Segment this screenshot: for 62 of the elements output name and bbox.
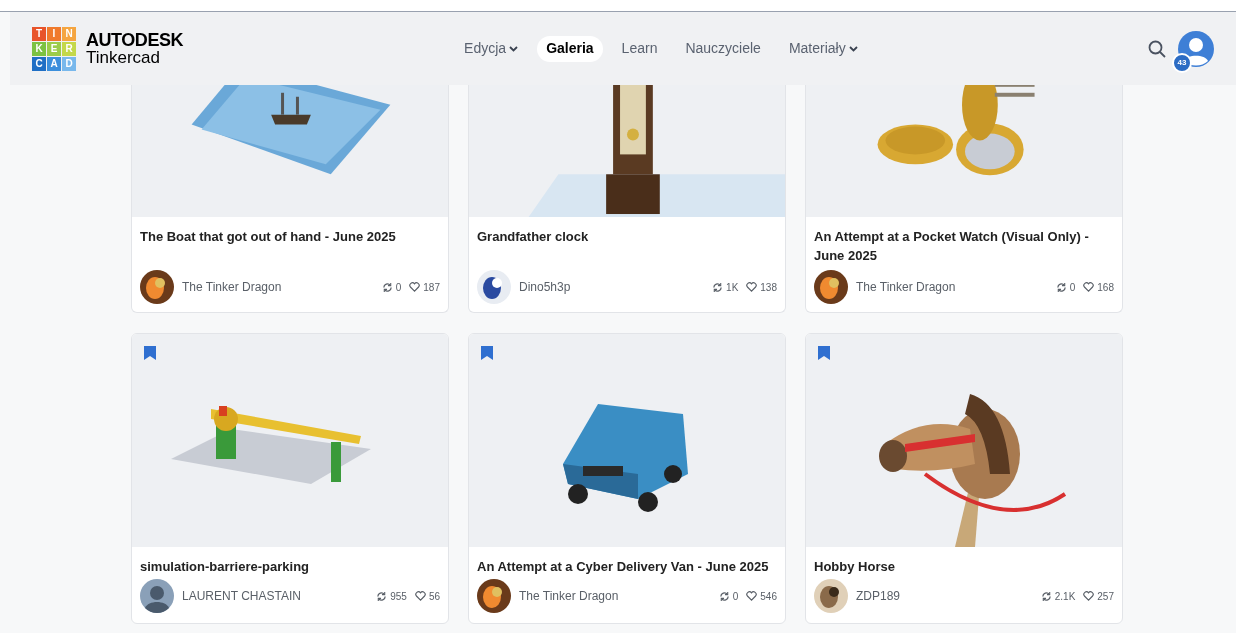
like-count: 187 — [423, 280, 440, 295]
nav-tab[interactable]: Learn — [612, 35, 667, 62]
bookmark-icon[interactable] — [144, 346, 156, 360]
logo-tiles[interactable]: T I N K E R C A D — [32, 26, 76, 71]
notification-badge: 43 — [1172, 52, 1192, 73]
heart-icon[interactable] — [746, 282, 758, 292]
author-avatar[interactable] — [140, 579, 174, 613]
heart-icon[interactable] — [414, 591, 426, 601]
brand-name: AUTODESK — [86, 30, 184, 49]
project-card[interactable]: Hobby Horse ZDP189 2.1K 257 — [805, 333, 1123, 624]
nav-tab[interactable]: Materiały — [779, 35, 867, 62]
project-card[interactable]: Grandfather clock Dino5h3p 1K 138 — [468, 85, 786, 313]
remix-icon — [718, 590, 730, 602]
author-avatar[interactable] — [477, 270, 511, 304]
remix-icon — [381, 281, 393, 293]
remix-count: 955 — [390, 589, 407, 604]
like-count: 56 — [428, 589, 440, 604]
project-card[interactable]: An Attempt at a Pocket Watch (Visual Only) - June 2025 The Tinker Dragon 0 168 — [805, 85, 1123, 313]
author-avatar[interactable] — [477, 579, 511, 613]
project-title: simulation-barriere-parking — [140, 558, 311, 576]
author-name[interactable]: The Tinker Dragon — [856, 278, 956, 296]
heart-icon[interactable] — [746, 591, 758, 601]
project-card[interactable]: An Attempt at a Cyber Delivery Van - June 2025 The Tinker Dragon 0 546 — [468, 333, 786, 624]
heart-icon[interactable] — [1083, 591, 1095, 601]
remix-icon — [712, 281, 724, 293]
remix-icon — [1055, 281, 1067, 293]
bookmark-icon[interactable] — [481, 346, 493, 360]
like-count: 257 — [1097, 589, 1114, 604]
project-title: Hobby Horse — [814, 558, 896, 576]
remix-count: 0 — [395, 280, 402, 295]
project-card[interactable]: simulation-barriere-parking LAURENT CHASTAIN 955 56 — [131, 333, 449, 624]
remix-count: 1K — [726, 280, 739, 295]
project-title: Grandfather clock — [477, 228, 590, 246]
project-title: The Boat that got out of hand - June 2025 — [140, 228, 397, 246]
author-name[interactable]: The Tinker Dragon — [182, 278, 282, 296]
heart-icon[interactable] — [409, 282, 421, 292]
nav-tab[interactable]: Galeria — [537, 35, 603, 62]
project-card[interactable]: The Boat that got out of hand - June 2025 The Tinker Dragon 0 187 — [131, 85, 449, 313]
like-count: 546 — [760, 589, 777, 604]
author-name[interactable]: ZDP189 — [856, 587, 901, 605]
nav-tab[interactable]: Edycja — [455, 35, 528, 62]
nav-tab[interactable]: Nauczyciele — [676, 35, 770, 62]
heart-icon[interactable] — [1083, 282, 1095, 292]
remix-count: 0 — [1069, 280, 1076, 295]
remix-count: 0 — [732, 589, 739, 604]
bookmark-icon[interactable] — [818, 346, 830, 360]
search-icon[interactable] — [1148, 39, 1166, 58]
like-count: 168 — [1097, 280, 1114, 295]
project-title: An Attempt at a Pocket Watch (Visual Only) - June 2025 — [814, 228, 1090, 265]
author-avatar[interactable] — [814, 579, 848, 613]
author-avatar[interactable] — [140, 270, 174, 304]
author-name[interactable]: Dino5h3p — [519, 278, 571, 296]
remix-icon — [376, 590, 388, 602]
remix-icon — [1040, 590, 1052, 602]
remix-count: 2.1K — [1054, 589, 1076, 604]
like-count: 138 — [760, 280, 777, 295]
author-name[interactable]: LAURENT CHASTAIN — [182, 587, 301, 605]
author-name[interactable]: The Tinker Dragon — [519, 587, 619, 605]
product-name: Tinkercad — [86, 48, 161, 67]
author-avatar[interactable] — [814, 270, 848, 304]
user-avatar[interactable] — [1178, 30, 1214, 67]
project-title: An Attempt at a Cyber Delivery Van - June 2025 — [477, 558, 770, 576]
